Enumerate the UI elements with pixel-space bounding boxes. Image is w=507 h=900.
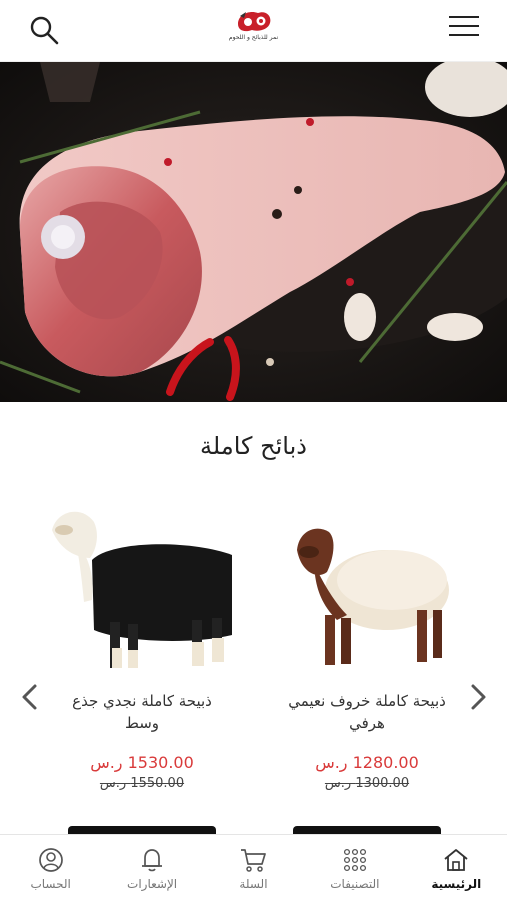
logo-mark-icon xyxy=(237,12,270,32)
nav-label: الرئيسية xyxy=(431,877,482,891)
sheep-image xyxy=(52,511,232,668)
nav-item-account[interactable]: الحساب xyxy=(0,835,101,900)
nav-item-notifications[interactable]: الإشعارات xyxy=(101,835,202,900)
nav-label: التصنيفات xyxy=(330,877,380,891)
logo[interactable]: نمر للذبائح و اللحوم xyxy=(219,8,289,42)
hero-meat-image xyxy=(0,62,507,402)
nav-item-cart[interactable]: السلة xyxy=(203,835,304,900)
nav-item-categories[interactable]: التصنيفات xyxy=(304,835,405,900)
grid-icon xyxy=(343,848,366,872)
search-icon[interactable] xyxy=(26,12,62,48)
product-image[interactable] xyxy=(277,500,457,670)
product-price: 1530.00 ر.س xyxy=(90,753,194,772)
nav-label: الحساب xyxy=(30,877,71,891)
home-icon xyxy=(444,849,468,871)
chevron-right-icon[interactable] xyxy=(466,682,490,712)
app-header: نمر للذبائح و اللحوم xyxy=(0,0,507,62)
bottom-nav: الرئيسية التصنيفات السلة الإشعارات الحسا… xyxy=(0,834,507,900)
hamburger-menu-icon[interactable] xyxy=(449,16,479,42)
chevron-left-icon[interactable] xyxy=(18,682,42,712)
cart-icon xyxy=(241,849,267,872)
product-card[interactable]: ذبيحة كاملة نجدي جذع وسط 1530.00 ر.س 155… xyxy=(52,500,232,846)
hero-banner[interactable] xyxy=(0,62,507,402)
logo-text: نمر للذبائح و اللحوم xyxy=(228,34,279,41)
product-old-price: 1550.00 ر.س xyxy=(99,776,185,791)
product-old-price: 1300.00 ر.س xyxy=(324,776,410,791)
nav-item-home[interactable]: الرئيسية xyxy=(406,835,507,900)
product-name[interactable]: ذبيحة كاملة نجدي جذع وسط xyxy=(52,690,232,734)
user-icon xyxy=(38,848,63,872)
nav-label: الإشعارات xyxy=(127,877,178,891)
nav-label: السلة xyxy=(239,877,268,891)
bell-icon xyxy=(142,849,163,872)
product-price: 1280.00 ر.س xyxy=(315,753,419,772)
product-card[interactable]: ذبيحة كاملة خروف نعيمي هرفي 1280.00 ر.س … xyxy=(277,500,457,846)
product-image[interactable] xyxy=(52,500,232,670)
section-title: ذبائح كاملة xyxy=(200,432,307,460)
product-name[interactable]: ذبيحة كاملة خروف نعيمي هرفي xyxy=(277,690,457,734)
sheep-image xyxy=(297,528,449,665)
